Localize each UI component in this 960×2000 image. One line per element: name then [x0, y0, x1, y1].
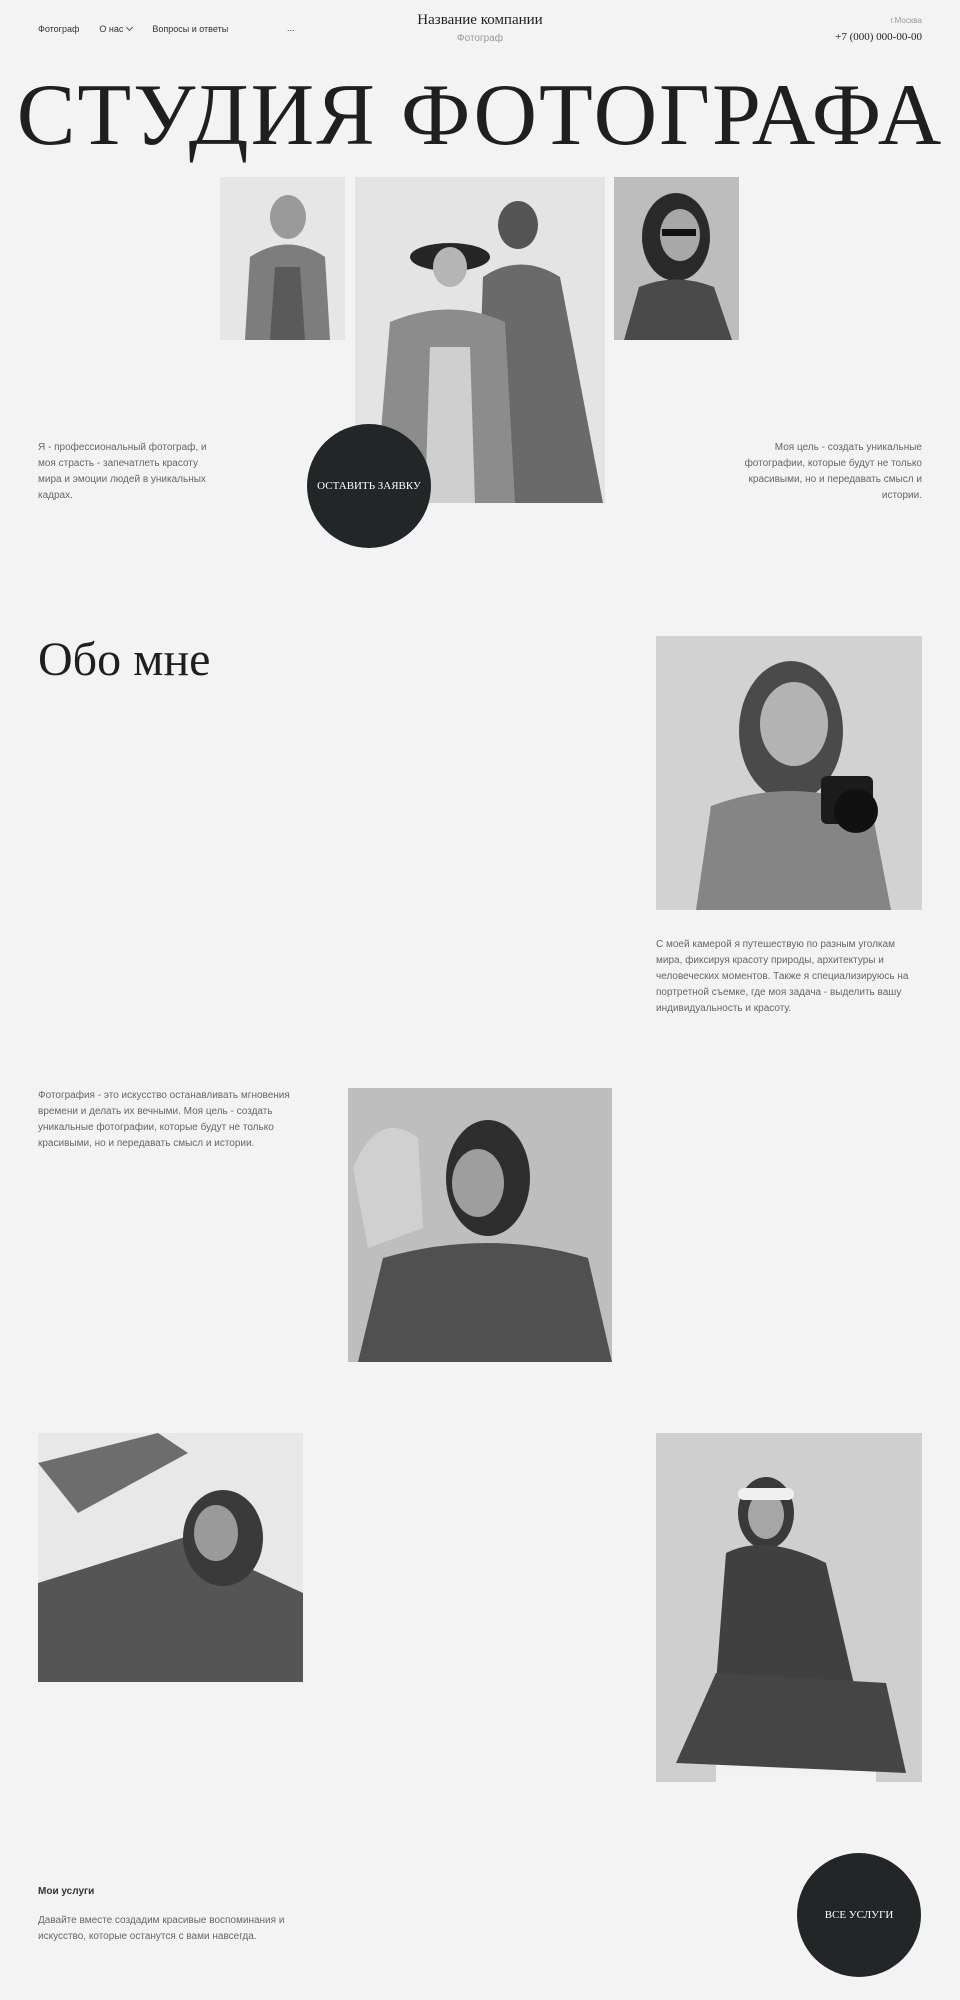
- hero-left-text: Я - профессиональный фотограф, и моя стр…: [38, 442, 207, 501]
- brand: Название компании Фотограф: [0, 12, 960, 44]
- hero-right-text: Моя цель - создать уникальные фотографии…: [744, 442, 922, 501]
- photo-woman-hand: [348, 1088, 612, 1362]
- photo-man-glasses: [220, 177, 345, 340]
- photo-woman-sitting: [656, 1433, 922, 1782]
- company-name[interactable]: Название компании: [0, 12, 960, 29]
- photo-woman-camera: [656, 636, 922, 910]
- art-text: Фотография - это искусство останавливать…: [38, 1090, 290, 1149]
- photo-woman-lying: [38, 1433, 303, 1682]
- all-services-button[interactable]: ВСЕ УСЛУГИ: [797, 1853, 921, 1977]
- services-title: Мои услуги: [38, 1886, 95, 1897]
- submit-request-button[interactable]: ОСТАВИТЬ ЗАЯВКУ: [307, 424, 431, 548]
- phone-link[interactable]: +7 (000) 000-00-00: [835, 31, 922, 43]
- photo-woman-sunglasses: [614, 177, 739, 340]
- hero-title: СТУДИЯ ФОТОГРАФА: [16, 67, 944, 164]
- city-label: г.Москва: [890, 16, 922, 25]
- about-title: Обо мне: [38, 633, 211, 686]
- services-text: Давайте вместе создадим красивые воспоми…: [38, 1915, 285, 1942]
- company-subtitle: Фотограф: [457, 33, 503, 44]
- about-text: С моей камерой я путешествую по разным у…: [656, 939, 909, 1014]
